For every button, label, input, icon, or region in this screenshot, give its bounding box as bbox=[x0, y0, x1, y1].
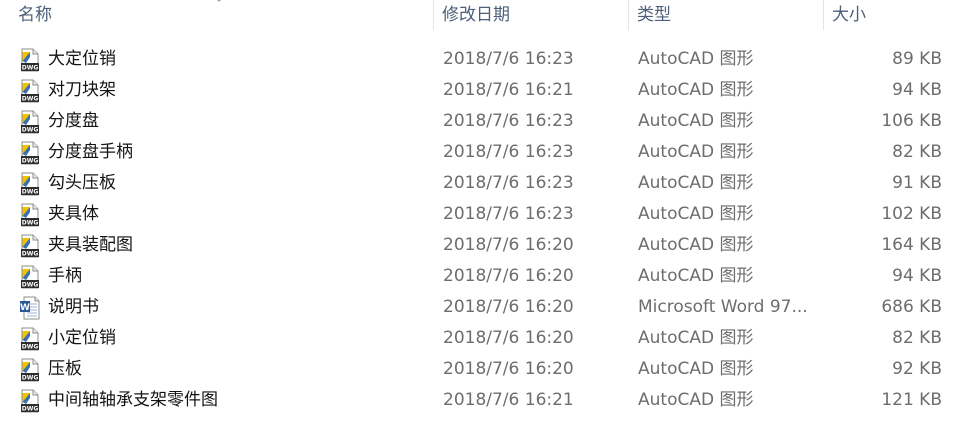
file-name: 大定位销 bbox=[48, 49, 116, 69]
file-name: 分度盘 bbox=[48, 111, 99, 131]
svg-text:DWG: DWG bbox=[22, 96, 39, 103]
file-row[interactable]: DWG 压板 2018/7/6 16:20 AutoCAD 图形 92 KB bbox=[0, 354, 968, 385]
svg-text:DWG: DWG bbox=[22, 344, 39, 351]
file-name: 说明书 bbox=[48, 297, 99, 317]
file-date-modified: 2018/7/6 16:20 bbox=[443, 297, 574, 317]
file-type: AutoCAD 图形 bbox=[638, 235, 754, 255]
file-size: 686 KB bbox=[881, 297, 942, 317]
file-row[interactable]: DWG 分度盘手柄 2018/7/6 16:23 AutoCAD 图形 82 KB bbox=[0, 137, 968, 168]
file-type: AutoCAD 图形 bbox=[638, 204, 754, 224]
svg-text:DWG: DWG bbox=[22, 189, 39, 196]
autocad-dwg-file-icon: DWG bbox=[18, 234, 42, 258]
column-header-bar: 名称 修改日期 类型 大小 bbox=[0, 0, 968, 30]
file-size: 121 KB bbox=[881, 390, 942, 410]
file-row[interactable]: DWG 小定位销 2018/7/6 16:20 AutoCAD 图形 82 KB bbox=[0, 323, 968, 354]
autocad-dwg-file-icon: DWG bbox=[18, 265, 42, 289]
file-name: 夹具体 bbox=[48, 204, 99, 224]
file-row[interactable]: DWG 夹具装配图 2018/7/6 16:20 AutoCAD 图形 164 KB bbox=[0, 230, 968, 261]
file-date-modified: 2018/7/6 16:21 bbox=[443, 390, 574, 410]
file-date-modified: 2018/7/6 16:20 bbox=[443, 328, 574, 348]
autocad-dwg-file-icon: DWG bbox=[18, 79, 42, 103]
file-name: 对刀块架 bbox=[48, 80, 116, 100]
file-size: 94 KB bbox=[892, 266, 942, 286]
column-header-size[interactable]: 大小 bbox=[824, 0, 944, 30]
file-date-modified: 2018/7/6 16:20 bbox=[443, 359, 574, 379]
svg-text:DWG: DWG bbox=[22, 65, 39, 72]
autocad-dwg-file-icon: DWG bbox=[18, 327, 42, 351]
file-size: 94 KB bbox=[892, 80, 942, 100]
svg-text:DWG: DWG bbox=[22, 158, 39, 165]
file-type: AutoCAD 图形 bbox=[638, 80, 754, 100]
file-type: AutoCAD 图形 bbox=[638, 173, 754, 193]
autocad-dwg-file-icon: DWG bbox=[18, 203, 42, 227]
svg-text:DWG: DWG bbox=[22, 406, 39, 413]
svg-text:DWG: DWG bbox=[22, 127, 39, 134]
file-name: 小定位销 bbox=[48, 328, 116, 348]
file-name: 勾头压板 bbox=[48, 173, 116, 193]
file-row[interactable]: W 说明书 2018/7/6 16:20 Microsoft Word 97... 68… bbox=[0, 292, 968, 323]
file-type: AutoCAD 图形 bbox=[638, 142, 754, 162]
svg-text:DWG: DWG bbox=[22, 375, 39, 382]
file-size: 92 KB bbox=[892, 359, 942, 379]
file-row[interactable]: DWG 分度盘 2018/7/6 16:23 AutoCAD 图形 106 KB bbox=[0, 106, 968, 137]
file-type: AutoCAD 图形 bbox=[638, 111, 754, 131]
autocad-dwg-file-icon: DWG bbox=[18, 389, 42, 413]
file-list: DWG 大定位销 2018/7/6 16:23 AutoCAD 图形 89 KB DWG 对… bbox=[0, 44, 968, 416]
file-row[interactable]: DWG 手柄 2018/7/6 16:20 AutoCAD 图形 94 KB bbox=[0, 261, 968, 292]
file-date-modified: 2018/7/6 16:23 bbox=[443, 173, 574, 193]
svg-text:DWG: DWG bbox=[22, 282, 39, 289]
file-row[interactable]: DWG 大定位销 2018/7/6 16:23 AutoCAD 图形 89 KB bbox=[0, 44, 968, 75]
file-size: 91 KB bbox=[892, 173, 942, 193]
file-date-modified: 2018/7/6 16:23 bbox=[443, 49, 574, 69]
file-explorer-details-view: 名称 修改日期 类型 大小 DWG 大定位销 2018/7/6 16:23 AutoC… bbox=[0, 0, 968, 429]
svg-text:DWG: DWG bbox=[22, 251, 39, 258]
svg-text:W: W bbox=[20, 303, 30, 313]
file-size: 102 KB bbox=[881, 204, 942, 224]
autocad-dwg-file-icon: DWG bbox=[18, 110, 42, 134]
file-name: 中间轴轴承支架零件图 bbox=[48, 390, 218, 410]
file-type: Microsoft Word 97... bbox=[638, 297, 808, 317]
file-name: 分度盘手柄 bbox=[48, 142, 133, 162]
file-type: AutoCAD 图形 bbox=[638, 359, 754, 379]
file-row[interactable]: DWG 夹具体 2018/7/6 16:23 AutoCAD 图形 102 KB bbox=[0, 199, 968, 230]
svg-text:DWG: DWG bbox=[22, 220, 39, 227]
file-size: 164 KB bbox=[881, 235, 942, 255]
autocad-dwg-file-icon: DWG bbox=[18, 358, 42, 382]
file-size: 106 KB bbox=[881, 111, 942, 131]
word-document-file-icon: W bbox=[18, 296, 42, 320]
file-row[interactable]: DWG 对刀块架 2018/7/6 16:21 AutoCAD 图形 94 KB bbox=[0, 75, 968, 106]
file-size: 82 KB bbox=[892, 328, 942, 348]
column-header-type[interactable]: 类型 bbox=[629, 0, 824, 30]
file-date-modified: 2018/7/6 16:20 bbox=[443, 266, 574, 286]
autocad-dwg-file-icon: DWG bbox=[18, 172, 42, 196]
file-name: 压板 bbox=[48, 359, 82, 379]
file-row[interactable]: DWG 中间轴轴承支架零件图 2018/7/6 16:21 AutoCAD 图形 121… bbox=[0, 385, 968, 416]
file-date-modified: 2018/7/6 16:20 bbox=[443, 235, 574, 255]
file-type: AutoCAD 图形 bbox=[638, 49, 754, 69]
sort-indicator-icon bbox=[217, 0, 221, 2]
file-name: 手柄 bbox=[48, 266, 82, 286]
file-type: AutoCAD 图形 bbox=[638, 390, 754, 410]
column-header-date-modified[interactable]: 修改日期 bbox=[434, 0, 629, 30]
file-name: 夹具装配图 bbox=[48, 235, 133, 255]
file-row[interactable]: DWG 勾头压板 2018/7/6 16:23 AutoCAD 图形 91 KB bbox=[0, 168, 968, 199]
file-date-modified: 2018/7/6 16:23 bbox=[443, 204, 574, 224]
file-size: 89 KB bbox=[892, 49, 942, 69]
file-date-modified: 2018/7/6 16:23 bbox=[443, 142, 574, 162]
file-size: 82 KB bbox=[892, 142, 942, 162]
autocad-dwg-file-icon: DWG bbox=[18, 141, 42, 165]
file-date-modified: 2018/7/6 16:21 bbox=[443, 80, 574, 100]
file-type: AutoCAD 图形 bbox=[638, 328, 754, 348]
file-date-modified: 2018/7/6 16:23 bbox=[443, 111, 574, 131]
column-header-name[interactable]: 名称 bbox=[10, 0, 434, 30]
autocad-dwg-file-icon: DWG bbox=[18, 48, 42, 72]
file-type: AutoCAD 图形 bbox=[638, 266, 754, 286]
